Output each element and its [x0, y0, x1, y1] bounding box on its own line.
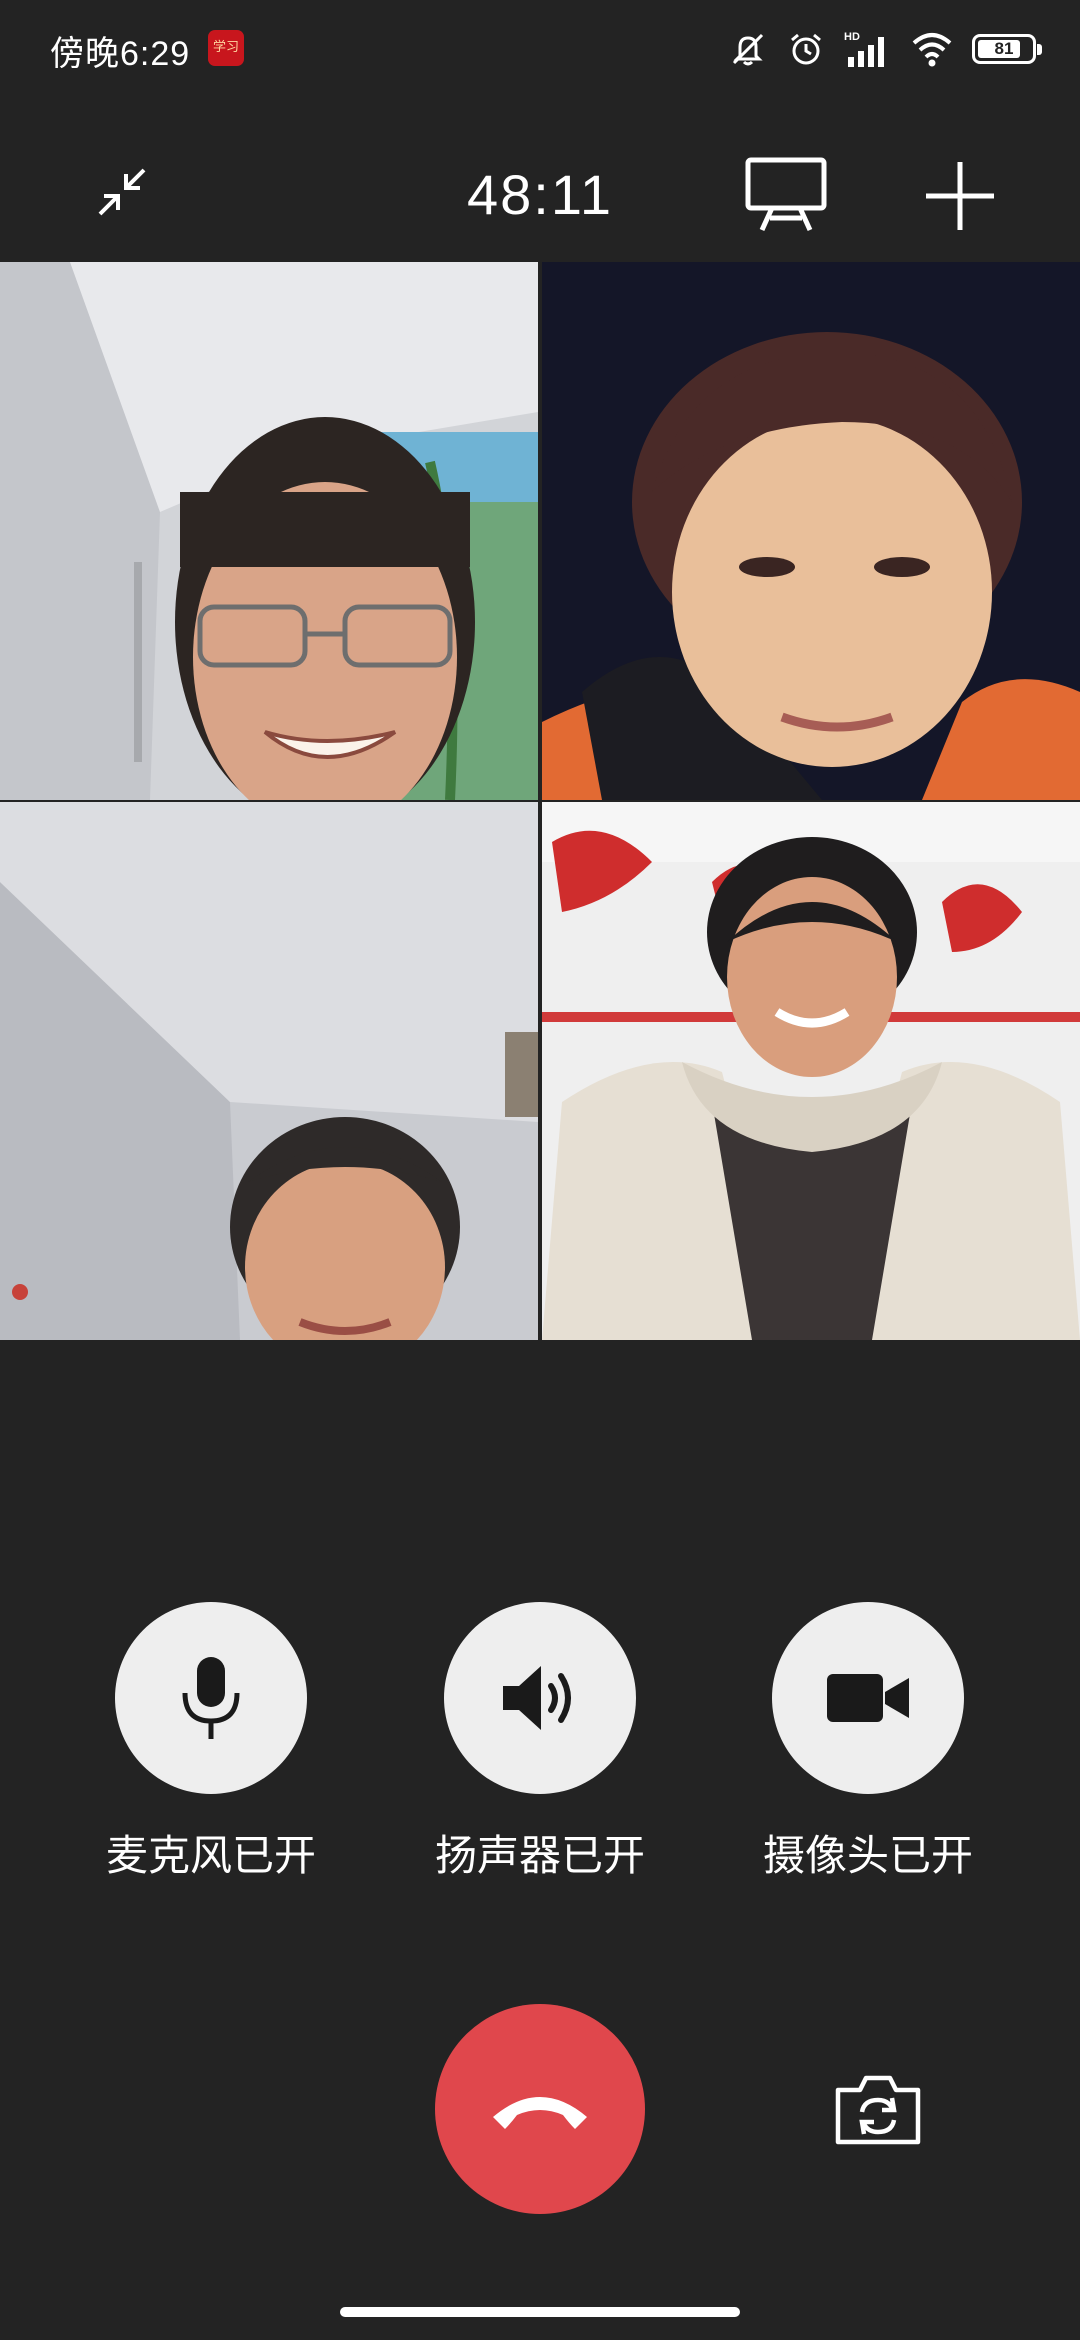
- speaker-icon: [503, 1666, 571, 1730]
- screen-share-button[interactable]: [742, 154, 832, 234]
- participant-video-3[interactable]: [0, 802, 538, 1340]
- speaker-control: 扬声器已开: [390, 1602, 690, 1883]
- participant-video-feed: [0, 802, 538, 1340]
- participant-video-feed: [542, 802, 1080, 1340]
- home-indicator[interactable]: [340, 2307, 740, 2317]
- app-notification-icon: 学习: [208, 30, 244, 66]
- participant-video-feed: [542, 262, 1080, 800]
- microphone-label: 麦克风已开: [105, 1831, 316, 1880]
- switch-camera-icon: [835, 2075, 921, 2145]
- microphone-icon: [182, 1657, 240, 1739]
- battery-icon: 81: [972, 34, 1042, 64]
- battery-tip: [1037, 44, 1042, 55]
- switch-camera-button[interactable]: [832, 2070, 924, 2150]
- video-camera-icon: [827, 1674, 909, 1722]
- status-icons: HD 81: [728, 26, 1042, 72]
- signal-icon: HD: [844, 29, 892, 69]
- call-timer: 48:11: [467, 163, 613, 226]
- speaker-label: 扬声器已开: [434, 1831, 645, 1880]
- participant-video-2[interactable]: [542, 262, 1080, 800]
- camera-control: 摄像头已开: [718, 1602, 1018, 1883]
- camera-button[interactable]: [772, 1602, 964, 1794]
- video-call-screen: 傍晚6:29 学习 HD 81 48:11 麦克风已开 扬声器已开 摄像头已开: [0, 0, 1080, 2340]
- phone-hangup-icon: [493, 2097, 587, 2129]
- hang-up-button[interactable]: [435, 2004, 645, 2214]
- wifi-icon: [910, 29, 954, 69]
- mute-bell-icon: [728, 29, 768, 69]
- alarm-icon: [786, 29, 826, 69]
- microphone-control: 麦克风已开: [61, 1602, 361, 1883]
- participant-video-1[interactable]: [0, 262, 538, 800]
- status-bar: 傍晚6:29 学习 HD 81: [0, 0, 1080, 96]
- microphone-button[interactable]: [115, 1602, 307, 1794]
- call-top-bar: 48:11: [0, 140, 1080, 250]
- participant-video-feed: [0, 262, 538, 800]
- call-controls: 麦克风已开 扬声器已开 摄像头已开: [0, 1602, 1080, 1902]
- screen-share-icon: [745, 157, 827, 232]
- add-participant-icon: [926, 162, 994, 230]
- video-grid: [0, 262, 1080, 1340]
- participant-video-4[interactable]: [542, 802, 1080, 1340]
- battery-level: 81: [994, 39, 1014, 58]
- add-participant-button[interactable]: [922, 158, 998, 234]
- speaker-button[interactable]: [444, 1602, 636, 1794]
- network-type-label: HD: [844, 31, 860, 43]
- status-time: 傍晚6:29: [50, 35, 191, 73]
- camera-label: 摄像头已开: [762, 1831, 973, 1880]
